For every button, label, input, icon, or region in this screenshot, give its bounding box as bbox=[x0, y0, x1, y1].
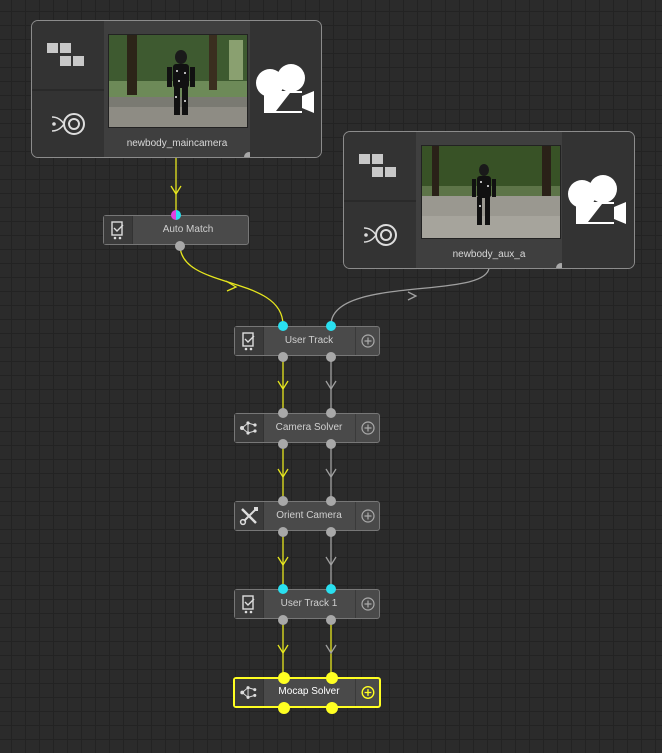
input-port[interactable] bbox=[278, 321, 288, 331]
node-label: User Track 1 bbox=[280, 598, 338, 609]
node-label: Auto Match bbox=[162, 224, 214, 235]
input-port[interactable] bbox=[326, 408, 336, 418]
camera-icon-panel bbox=[562, 132, 634, 268]
input-port[interactable] bbox=[326, 321, 336, 331]
output-port[interactable] bbox=[278, 702, 290, 714]
node-orient-camera[interactable]: Orient Camera bbox=[234, 496, 380, 537]
camera-icon-panel bbox=[250, 21, 321, 157]
input-port[interactable] bbox=[278, 408, 288, 418]
node-label: Orient Camera bbox=[276, 510, 342, 521]
node-auto-match[interactable]: Auto Match bbox=[103, 210, 249, 251]
video-thumbnail-aux bbox=[421, 145, 561, 239]
output-port[interactable] bbox=[326, 439, 336, 449]
output-port[interactable] bbox=[278, 352, 288, 362]
input-port[interactable] bbox=[326, 672, 338, 684]
user-track-icon bbox=[235, 327, 264, 355]
wire-aux-to-usertrack bbox=[330, 266, 490, 326]
node-label: Mocap Solver bbox=[278, 686, 340, 697]
add-plus-icon[interactable] bbox=[355, 327, 379, 355]
add-plus-icon[interactable] bbox=[355, 502, 379, 530]
output-port[interactable] bbox=[278, 615, 288, 625]
user-track-icon bbox=[235, 590, 264, 618]
camera-label: newbody_aux_a bbox=[452, 249, 526, 260]
output-port[interactable] bbox=[326, 615, 336, 625]
input-port[interactable] bbox=[326, 496, 336, 506]
lens-target-icon[interactable] bbox=[32, 91, 104, 157]
camera-node-main[interactable]: newbody_maincamera bbox=[31, 20, 322, 158]
input-port[interactable] bbox=[278, 672, 290, 684]
wire-arrow bbox=[407, 291, 418, 301]
layout-icon[interactable] bbox=[344, 132, 416, 202]
node-user-track-1[interactable]: User Track 1 bbox=[234, 584, 380, 625]
input-port[interactable] bbox=[278, 584, 288, 594]
output-port[interactable] bbox=[278, 439, 288, 449]
output-port[interactable] bbox=[175, 241, 185, 251]
node-camera-solver[interactable]: Camera Solver bbox=[234, 408, 380, 449]
output-port[interactable] bbox=[326, 527, 336, 537]
input-port[interactable] bbox=[326, 584, 336, 594]
video-thumbnail-main bbox=[108, 34, 248, 128]
lens-target-icon[interactable] bbox=[344, 202, 416, 268]
add-plus-icon[interactable] bbox=[355, 590, 379, 618]
input-port[interactable] bbox=[171, 210, 181, 220]
auto-match-icon bbox=[104, 216, 133, 244]
camera-label: newbody_maincamera bbox=[126, 138, 228, 149]
tools-icon bbox=[235, 502, 264, 530]
layout-icon[interactable] bbox=[32, 21, 104, 91]
solver-icon bbox=[235, 414, 264, 442]
output-port[interactable] bbox=[326, 352, 336, 362]
camera-node-aux[interactable]: newbody_aux_a bbox=[343, 131, 635, 269]
node-label: User Track bbox=[284, 335, 334, 346]
node-user-track[interactable]: User Track bbox=[234, 321, 380, 362]
solver-icon bbox=[235, 679, 264, 706]
input-port[interactable] bbox=[278, 496, 288, 506]
node-label: Camera Solver bbox=[275, 422, 343, 433]
node-mocap-solver[interactable]: Mocap Solver bbox=[233, 672, 381, 714]
add-plus-icon[interactable] bbox=[355, 679, 379, 706]
add-plus-icon[interactable] bbox=[355, 414, 379, 442]
output-port[interactable] bbox=[278, 527, 288, 537]
output-port[interactable] bbox=[326, 702, 338, 714]
